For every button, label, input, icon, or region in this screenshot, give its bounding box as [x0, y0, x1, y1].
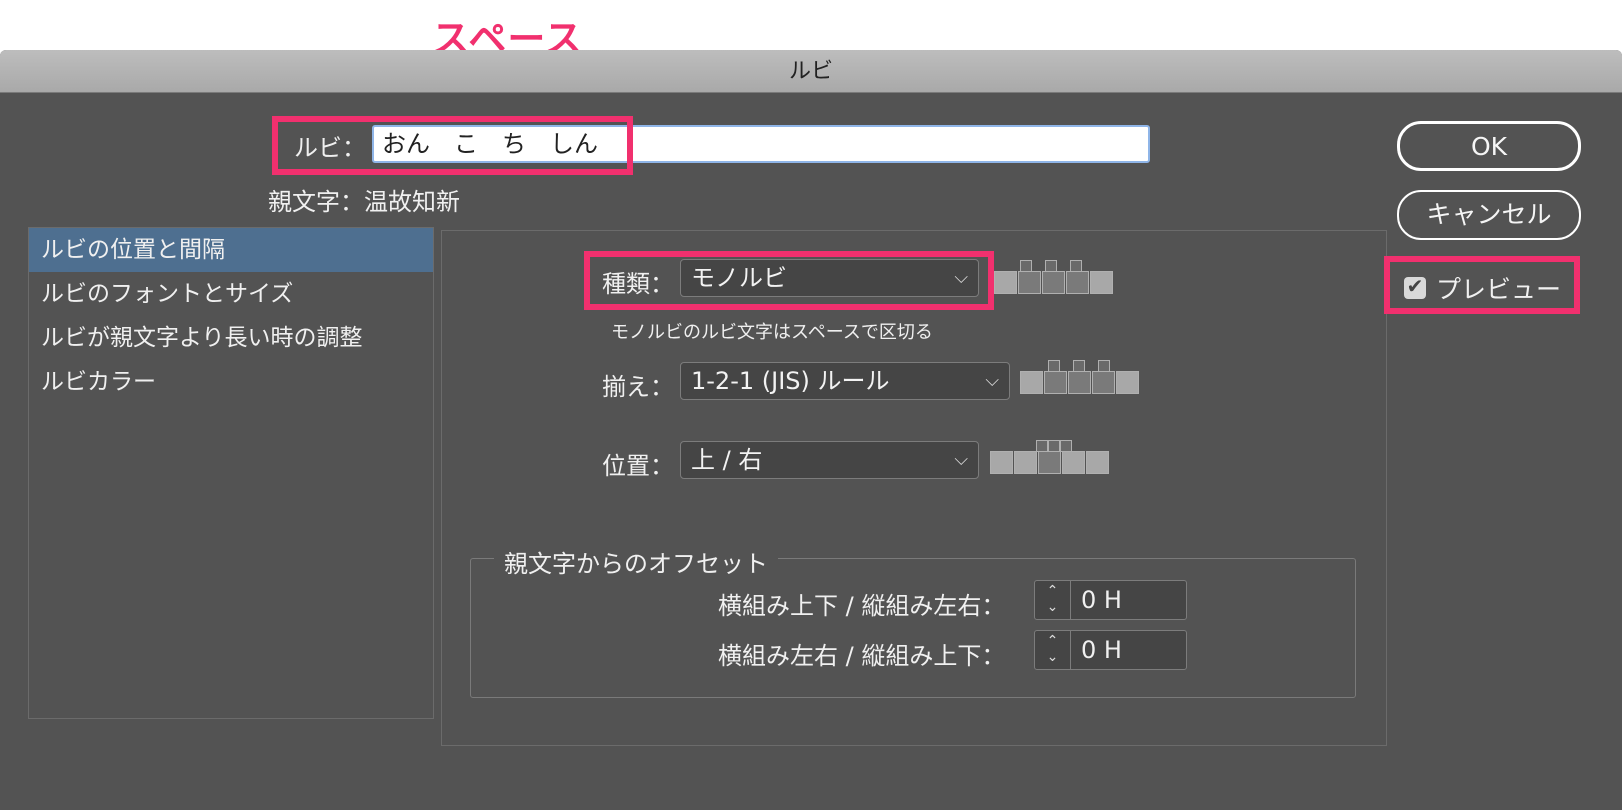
offset-row2-label: 横組み左右 / 縦組み上下：	[718, 642, 1006, 670]
alignment-label: 揃え：	[602, 373, 674, 401]
stepper-arrows-icon[interactable]: ⌃ ⌄	[1035, 631, 1071, 669]
base-text-value: 温故知新	[364, 188, 460, 216]
alignment-select-value: 1-2-1 (JIS) ルール	[691, 367, 890, 395]
offset-group	[470, 558, 1356, 698]
chevron-down-icon: ⌵	[954, 449, 968, 470]
base-text-label-text: 親文字：	[268, 188, 364, 216]
chevron-down-icon: ⌵	[985, 370, 999, 391]
type-note: モノルビのルビ文字はスペースで区切る	[611, 322, 933, 343]
base-text-label: 親文字：温故知新	[268, 182, 460, 217]
offset-row1-stepper[interactable]: ⌃ ⌄ 0 H	[1034, 580, 1187, 620]
cancel-button[interactable]: キャンセル	[1397, 190, 1581, 240]
offset-row2-value[interactable]: 0 H	[1081, 631, 1122, 669]
settings-category-list: ルビの位置と間隔 ルビのフォントとサイズ ルビが親文字より長い時の調整 ルビカラ…	[28, 227, 434, 719]
offset-row2-stepper[interactable]: ⌃ ⌄ 0 H	[1034, 630, 1187, 670]
ruby-highlight-box	[272, 116, 633, 175]
alignment-select[interactable]: 1-2-1 (JIS) ルール ⌵	[680, 362, 1010, 400]
position-select[interactable]: 上 / 右 ⌵	[680, 441, 979, 479]
offset-row1-label: 横組み上下 / 縦組み左右：	[718, 592, 1006, 620]
ruby-dialog: ルビ ルビ： おん こ ち しん 親文字：温故知新 ルビの位置と間隔 ルビのフォ…	[0, 50, 1622, 810]
position-select-value: 上 / 右	[691, 446, 763, 474]
sidebar-item-font-size[interactable]: ルビのフォントとサイズ	[29, 272, 433, 316]
sidebar-item-color[interactable]: ルビカラー	[29, 360, 433, 404]
type-highlight-box	[584, 251, 994, 310]
dialog-title: ルビ	[788, 59, 833, 84]
offset-group-label: 親文字からのオフセット	[494, 544, 778, 579]
stepper-arrows-icon[interactable]: ⌃ ⌄	[1035, 581, 1071, 619]
ok-button[interactable]: OK	[1397, 121, 1581, 171]
offset-row1-value[interactable]: 0 H	[1081, 581, 1122, 619]
sidebar-item-position-spacing[interactable]: ルビの位置と間隔	[29, 228, 433, 272]
sidebar-item-overhang[interactable]: ルビが親文字より長い時の調整	[29, 316, 433, 360]
preview-highlight-box	[1384, 256, 1580, 314]
position-label: 位置：	[602, 452, 674, 480]
